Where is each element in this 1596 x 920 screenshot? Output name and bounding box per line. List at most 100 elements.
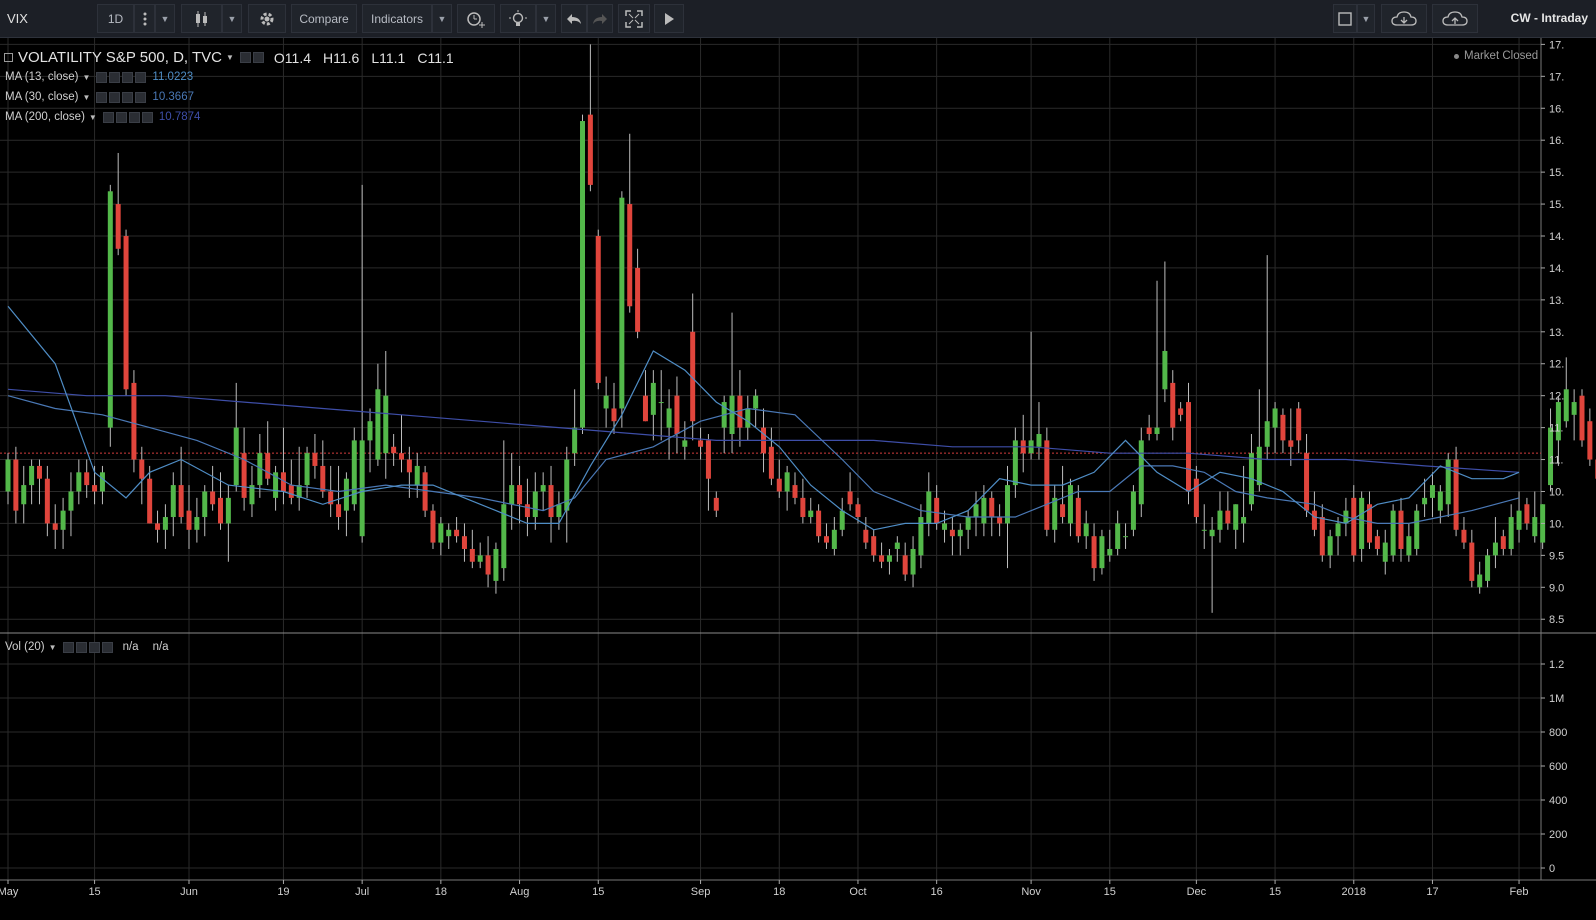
chart-svg[interactable]: 8.5 9.0 9.5 10. 10. 11. 11. 12. 12. 13. 13. 14. 14. 1… <box>0 38 1596 920</box>
candles-style-icon[interactable] <box>181 4 222 33</box>
fullscreen-icon[interactable] <box>618 4 650 33</box>
candle-body-165 <box>1304 453 1310 511</box>
candle-body-86 <box>682 440 688 447</box>
volume-dropdown-icon[interactable]: ▼ <box>49 643 57 652</box>
ma200-add-icon[interactable] <box>128 111 140 123</box>
candle-body-2 <box>21 485 27 505</box>
candle-body-70 <box>556 504 562 518</box>
ma30-settings-icon[interactable] <box>109 91 121 103</box>
ma30-dropdown-icon[interactable]: ▼ <box>83 93 91 102</box>
candle-body-184 <box>1453 459 1459 530</box>
ma30-close-icon[interactable] <box>135 91 147 103</box>
candle-body-150 <box>1186 402 1191 492</box>
candle-body-185 <box>1461 529 1467 543</box>
chart-area[interactable]: 8.5 9.0 9.5 10. 10. 11. 11. 12. 12. 13. 13. 14. 14. 1… <box>0 38 1596 920</box>
candle-body-113 <box>894 542 900 549</box>
interval-dropdown-icon[interactable]: ▼ <box>155 4 175 33</box>
series-dropdown-icon[interactable]: ▼ <box>226 53 234 62</box>
layout-square-icon[interactable] <box>1333 4 1357 33</box>
candle-body-47 <box>375 389 381 460</box>
ma200-label[interactable]: MA (200, close) <box>5 111 85 123</box>
volume-value-1: n/a <box>122 641 139 653</box>
candle-body-52 <box>414 465 420 486</box>
candle-body-4 <box>36 465 42 479</box>
idea-lightbulb-icon[interactable] <box>500 4 536 33</box>
ma13-label[interactable]: MA (13, close) <box>5 71 79 83</box>
play-replay-icon[interactable] <box>654 4 684 33</box>
price-tick-label-9: 13. <box>1549 327 1564 339</box>
candle-body-27 <box>217 497 223 524</box>
chart-style-dropdown-icon[interactable]: ▼ <box>222 4 242 33</box>
candle-body-76 <box>603 395 609 409</box>
candle-body-200 <box>1579 395 1585 441</box>
symbol-search[interactable]: VIX <box>0 4 95 33</box>
candle-body-85 <box>674 395 680 434</box>
indicators-dropdown-icon[interactable]: ▼ <box>432 4 452 33</box>
candle-body-72 <box>572 427 578 454</box>
redo-icon[interactable] <box>587 4 613 33</box>
ma13-settings-icon[interactable] <box>109 71 121 83</box>
volume-tick-label-1: 200 <box>1549 829 1567 841</box>
ma200-visibility-icon[interactable] <box>102 111 114 123</box>
candle-body-15 <box>123 236 129 390</box>
candle-body-180 <box>1422 497 1428 505</box>
candle-body-75 <box>595 236 601 383</box>
candle-body-159 <box>1256 446 1262 486</box>
candle-body-153 <box>1209 529 1215 537</box>
collapse-icon[interactable] <box>4 53 13 62</box>
interval-more-icon[interactable] <box>134 4 155 33</box>
time-tick-label-5: 18 <box>435 886 447 898</box>
candle-body-66 <box>524 504 530 518</box>
candle-body-19 <box>155 523 161 530</box>
candle-body-43 <box>343 478 349 511</box>
ma200-dropdown-icon[interactable]: ▼ <box>89 113 97 122</box>
cloud-save-icon[interactable] <box>1432 4 1478 33</box>
volume-label[interactable]: Vol (20) <box>5 641 45 653</box>
ma200-settings-icon[interactable] <box>115 111 127 123</box>
ma13-visibility-icon[interactable] <box>96 71 108 83</box>
gear-icon[interactable] <box>248 4 286 33</box>
time-tick-label-18: Feb <box>1510 886 1529 898</box>
series-title[interactable]: VOLATILITY S&P 500, D, TVC <box>18 49 222 66</box>
ma13-legend: MA (13, close) ▼ 11.0223 <box>5 71 193 83</box>
ma30-visibility-icon[interactable] <box>96 91 108 103</box>
layout-name[interactable]: CW - Intraday <box>1511 11 1588 25</box>
candle-body-58 <box>461 536 467 549</box>
ma13-dropdown-icon[interactable]: ▼ <box>83 73 91 82</box>
ideas-dropdown-icon[interactable]: ▼ <box>536 4 556 33</box>
ma13-add-icon[interactable] <box>122 71 134 83</box>
candle-body-186 <box>1469 542 1475 581</box>
volume-tick-label-3: 600 <box>1549 761 1567 773</box>
series-settings-icon[interactable] <box>252 52 264 63</box>
interval-button[interactable]: 1D <box>97 4 134 33</box>
layout-dropdown-icon[interactable]: ▼ <box>1357 4 1375 33</box>
ma30-label[interactable]: MA (30, close) <box>5 91 79 103</box>
ma30-add-icon[interactable] <box>122 91 134 103</box>
candle-body-110 <box>871 536 877 556</box>
volume-close-icon[interactable] <box>101 641 113 653</box>
candle-body-174 <box>1374 536 1380 549</box>
price-tick-label-0: 8.5 <box>1549 614 1564 626</box>
candle-body-155 <box>1225 510 1231 524</box>
series-visibility-icon[interactable] <box>239 52 251 63</box>
compare-button[interactable]: Compare <box>291 4 357 33</box>
cloud-load-icon[interactable] <box>1381 4 1427 33</box>
indicators-button[interactable]: Indicators <box>362 4 432 33</box>
candle-body-124 <box>981 497 987 524</box>
volume-settings-icon[interactable] <box>75 641 87 653</box>
alert-clock-icon[interactable] <box>457 4 495 33</box>
price-tick-label-1: 9.0 <box>1549 582 1564 594</box>
volume-add-icon[interactable] <box>88 641 100 653</box>
ma200-close-icon[interactable] <box>141 111 153 123</box>
candle-body-78 <box>619 197 625 409</box>
candle-body-71 <box>564 459 570 511</box>
candle-body-149 <box>1178 408 1184 415</box>
candle-body-187 <box>1477 574 1483 588</box>
candle-body-68 <box>540 485 546 492</box>
volume-visibility-icon[interactable] <box>62 641 74 653</box>
candle-body-161 <box>1272 408 1278 428</box>
undo-icon[interactable] <box>561 4 587 33</box>
ma13-close-icon[interactable] <box>135 71 147 83</box>
candle-body-191 <box>1508 517 1514 549</box>
candle-body-9 <box>76 472 82 492</box>
